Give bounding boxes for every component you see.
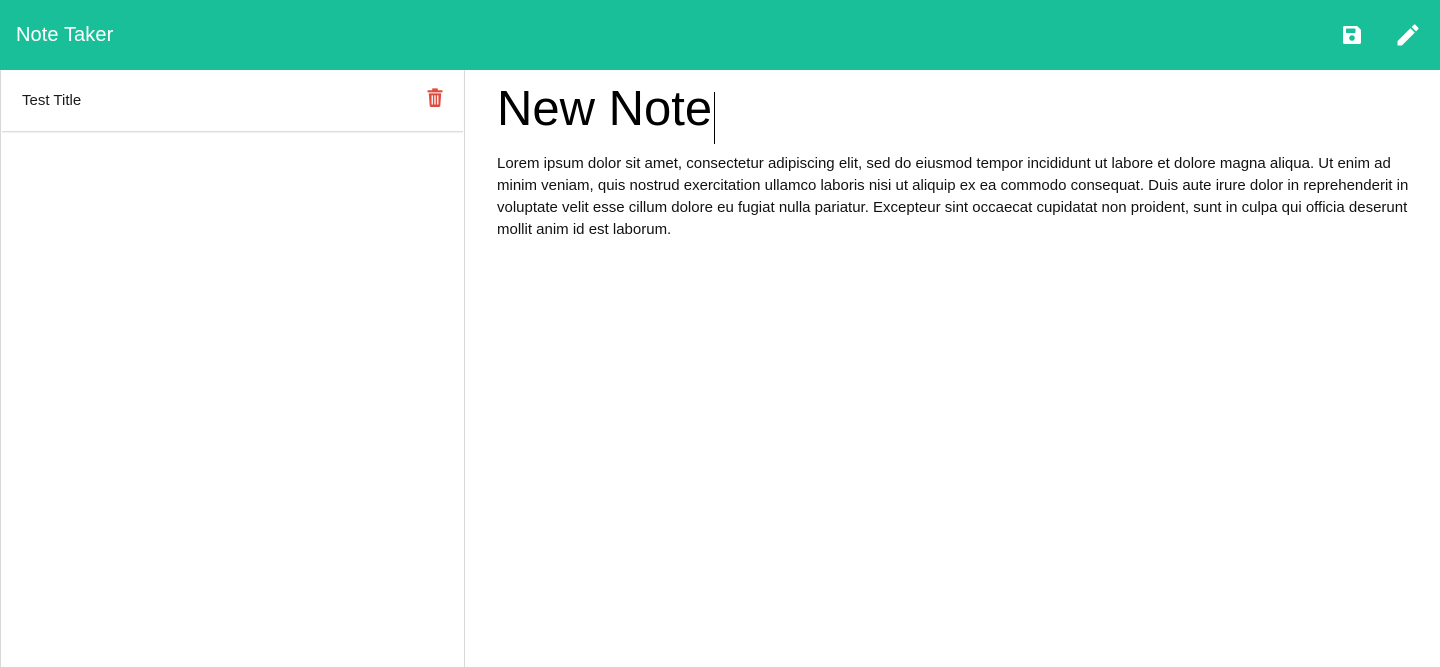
title-row	[497, 80, 1418, 144]
note-body-textarea[interactable]: Lorem ipsum dolor sit amet, consectetur …	[497, 153, 1422, 241]
list-item[interactable]: Test Title	[2, 70, 463, 132]
notes-sidebar: Test Title	[0, 70, 465, 667]
app-title[interactable]: Note Taker	[16, 24, 113, 47]
delete-note-button[interactable]	[426, 88, 444, 108]
trash-icon	[427, 88, 443, 107]
save-icon	[1343, 26, 1361, 44]
note-editor: Lorem ipsum dolor sit amet, consectetur …	[465, 70, 1440, 667]
text-caret	[714, 92, 715, 144]
save-note-button[interactable]	[1336, 19, 1368, 51]
navbar: Note Taker	[0, 0, 1440, 70]
toolbar	[1336, 19, 1424, 51]
note-item-title: Test Title	[22, 92, 82, 109]
pencil-icon	[1397, 24, 1419, 46]
note-title-input[interactable]	[497, 80, 1418, 138]
new-note-button[interactable]	[1392, 19, 1424, 51]
